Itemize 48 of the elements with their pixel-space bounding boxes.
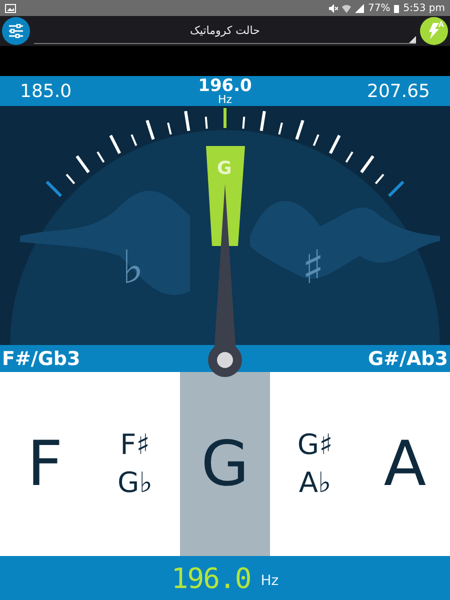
scale-tick [278, 122, 283, 135]
scale-tick [109, 134, 122, 154]
mute-icon [329, 4, 338, 12]
note-label: G♭ [118, 465, 152, 501]
high-frequency: 207.65 [367, 80, 430, 102]
frequency-unit: Hz [218, 95, 232, 105]
note-label: G♯ [297, 427, 333, 463]
scale-tick [146, 120, 155, 140]
reading-unit: Hz [260, 573, 279, 589]
sliders-icon [8, 24, 24, 38]
flat-sign: ♭ [122, 242, 144, 292]
scale-tick [46, 180, 62, 198]
scale-tick [204, 116, 208, 129]
scale-tick [242, 116, 246, 129]
current-frequency: 196.0 [198, 77, 252, 95]
sharp-sign: ♯ [302, 242, 324, 292]
wifi-icon [342, 4, 352, 12]
scale-tick [96, 151, 105, 163]
lightning-icon [428, 23, 440, 39]
scale-tick [224, 108, 226, 128]
scale-tick [312, 134, 320, 146]
note-label: G [200, 431, 250, 497]
gauge-note: G [217, 158, 232, 179]
next-note: G#/Ab3 [368, 348, 448, 370]
dropdown-corner-icon [409, 36, 416, 43]
note-label: F [27, 431, 63, 497]
scale-tick [328, 134, 341, 154]
scale-tick [130, 134, 138, 146]
clock-time: 5:53 pm [403, 2, 445, 14]
battery-icon [394, 4, 400, 12]
gallery-icon [5, 4, 16, 12]
settings-button[interactable] [2, 17, 30, 45]
signal-icon [355, 4, 364, 12]
note-label: A♭ [298, 465, 332, 501]
scale-tick [184, 110, 190, 132]
scale-tick [388, 180, 404, 198]
mode-dropdown[interactable]: حالت کروماتیک [34, 18, 416, 44]
note-label: F♯ [120, 427, 150, 463]
battery-percent: 77% [368, 2, 390, 14]
low-frequency: 185.0 [20, 80, 72, 102]
scale-tick [167, 122, 172, 135]
frequency-reading: 196.0 [171, 562, 251, 594]
note-label: A [384, 431, 426, 497]
previous-note: F#/Gb3 [2, 348, 80, 370]
note-column[interactable]: G [180, 372, 270, 556]
scale-tick [295, 120, 304, 140]
scale-tick [345, 151, 354, 163]
scale-tick [260, 110, 266, 132]
